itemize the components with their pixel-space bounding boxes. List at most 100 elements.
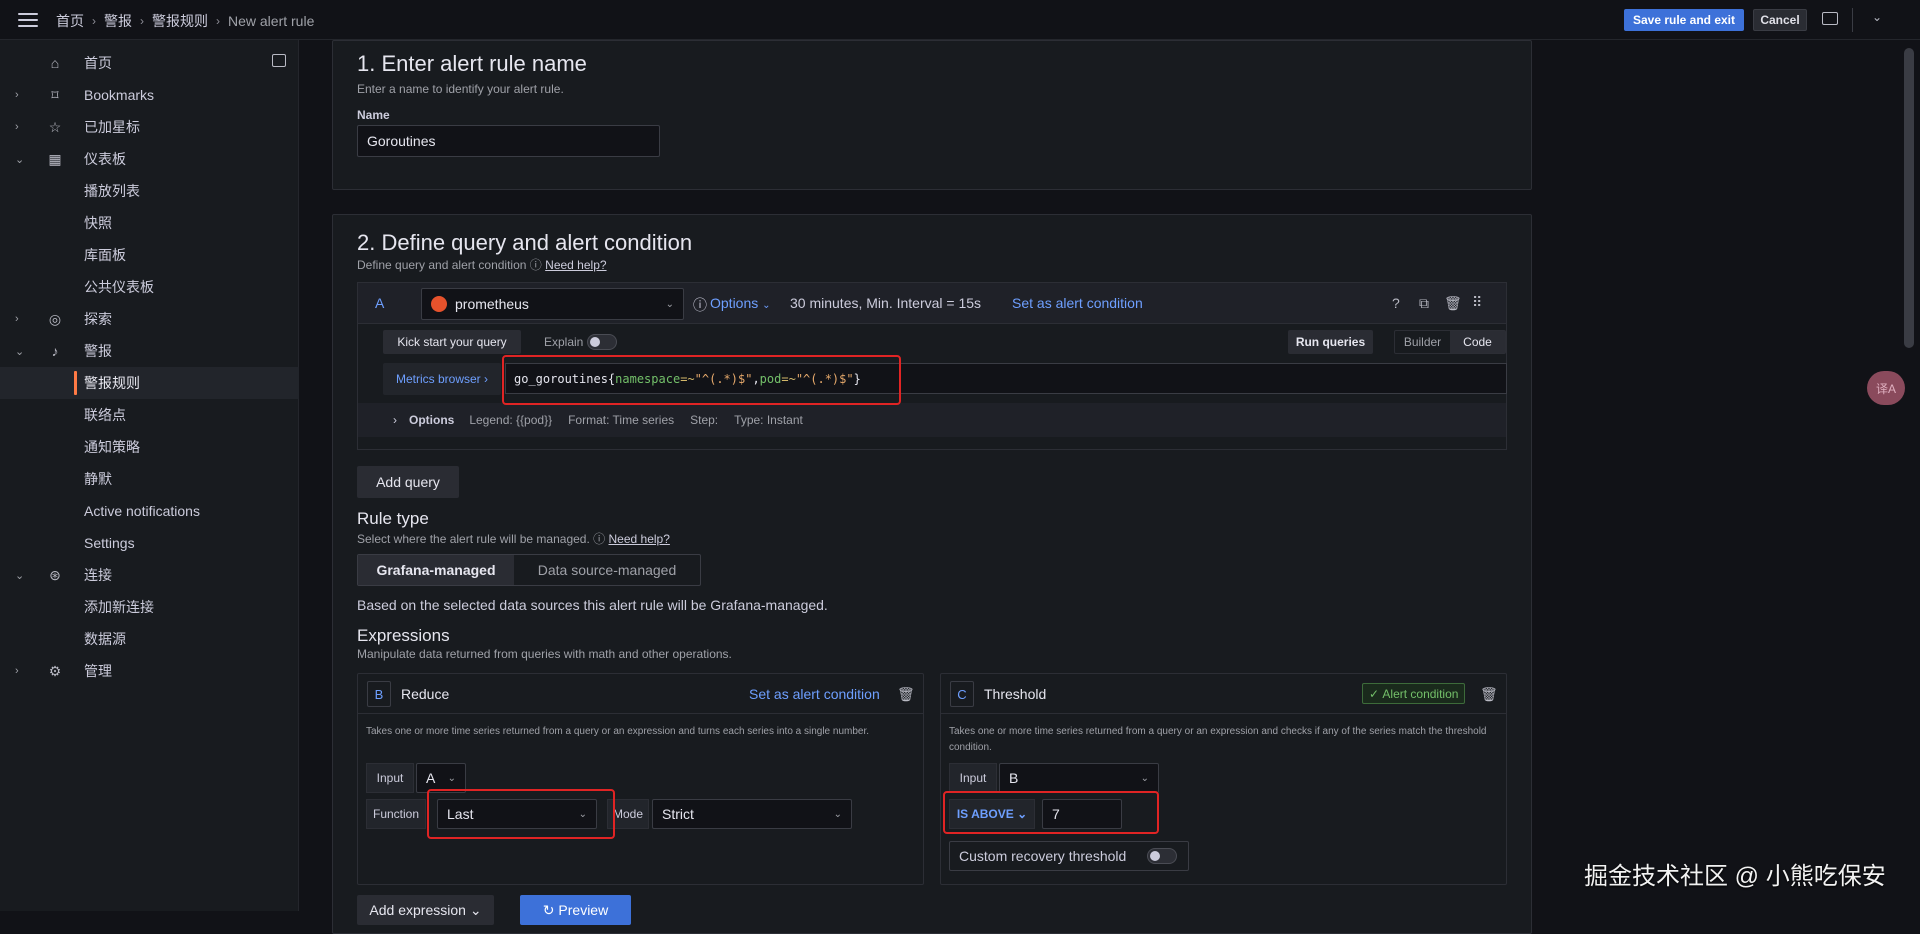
help-icon: ⓘ bbox=[593, 532, 606, 546]
trash-icon[interactable]: 🗑 bbox=[897, 686, 915, 703]
sidebar-item-explore[interactable]: › ◎ 探索 bbox=[0, 303, 299, 335]
chevron-right-icon[interactable]: › bbox=[15, 313, 19, 325]
cancel-button[interactable]: Cancel bbox=[1753, 9, 1807, 31]
add-expression-button[interactable]: Add expression ⌄ bbox=[357, 895, 494, 925]
sidebar-item-notification-policies[interactable]: 通知策略 bbox=[0, 431, 299, 463]
set-alert-condition-button[interactable]: Set as alert condition bbox=[1012, 295, 1143, 311]
editor-mode-toggle: Builder Code bbox=[1394, 330, 1506, 354]
reduce-mode-select[interactable]: Strict ⌄ bbox=[652, 799, 852, 829]
need-help-link[interactable]: Need help? bbox=[545, 258, 606, 272]
query-letter[interactable]: A bbox=[375, 295, 384, 311]
metrics-browser-button[interactable]: Metrics browser › bbox=[383, 363, 501, 395]
expression-letter[interactable]: B bbox=[367, 681, 391, 707]
duplicate-icon[interactable]: ⧉ bbox=[1419, 295, 1429, 312]
chevron-right-icon[interactable]: › bbox=[15, 121, 19, 133]
chevron-right-icon: › bbox=[484, 372, 489, 386]
sidebar-item-library-panels[interactable]: 库面板 bbox=[0, 239, 299, 271]
sidebar-item-alerting[interactable]: ⌄ ♪ 警报 bbox=[0, 335, 299, 367]
breadcrumb-separator-icon: › bbox=[140, 14, 144, 28]
code-mode-button[interactable]: Code bbox=[1450, 331, 1505, 353]
sidebar-item-playlists[interactable]: 播放列表 bbox=[0, 175, 299, 207]
dashboard-icon: ▦ bbox=[48, 150, 62, 167]
sidebar-item-label: Bookmarks bbox=[84, 87, 155, 103]
sidebar-item-add-connection[interactable]: 添加新连接 bbox=[0, 591, 299, 623]
options-label: Options bbox=[710, 295, 759, 311]
expression-threshold: C Threshold ✓ Alert condition 🗑 Takes on… bbox=[940, 673, 1507, 885]
sidebar-item-snapshots[interactable]: 快照 bbox=[0, 207, 299, 239]
sidebar-item-dashboards[interactable]: ⌄ ▦ 仪表板 bbox=[0, 143, 299, 175]
gear-icon: ⚙ bbox=[48, 662, 62, 679]
datasource-managed-option[interactable]: Data source-managed bbox=[514, 555, 700, 585]
drag-handle-icon[interactable]: ⠿ bbox=[1472, 294, 1482, 311]
prometheus-logo-icon bbox=[431, 296, 447, 312]
sidebar-item-public-dashboards[interactable]: 公共仪表板 bbox=[0, 271, 299, 303]
custom-recovery-toggle[interactable] bbox=[1147, 848, 1177, 864]
active-indicator bbox=[74, 371, 77, 395]
threshold-input-select[interactable]: B ⌄ bbox=[999, 763, 1159, 793]
function-label: Function bbox=[366, 799, 426, 829]
divider bbox=[1852, 8, 1853, 32]
sidebar-item-label: 探索 bbox=[84, 311, 112, 327]
datasource-name: prometheus bbox=[455, 296, 529, 312]
breadcrumb-alerting[interactable]: 警报 bbox=[104, 11, 132, 31]
breadcrumb-home[interactable]: 首页 bbox=[56, 11, 84, 31]
monitor-icon[interactable] bbox=[1822, 12, 1838, 25]
sidebar-item-label: 添加新连接 bbox=[84, 599, 154, 615]
sidebar-item-contact-points[interactable]: 联络点 bbox=[0, 399, 299, 431]
translate-icon[interactable]: 译A bbox=[1867, 371, 1905, 405]
set-alert-condition-button[interactable]: Set as alert condition bbox=[749, 686, 880, 702]
run-queries-button[interactable]: Run queries bbox=[1288, 330, 1373, 354]
sidebar-item-data-sources[interactable]: 数据源 bbox=[0, 623, 299, 655]
chevron-down-icon[interactable]: ⌄ bbox=[15, 345, 24, 358]
help-icon[interactable]: ? bbox=[1392, 295, 1400, 311]
menu-icon[interactable] bbox=[18, 13, 38, 27]
chevron-down-icon[interactable]: ⌄ bbox=[15, 153, 24, 166]
sidebar-item-label: 联络点 bbox=[84, 407, 126, 423]
check-icon: ✓ bbox=[1369, 686, 1380, 701]
query-options-toggle[interactable]: Options ⌄ bbox=[710, 295, 771, 311]
kick-start-button[interactable]: Kick start your query bbox=[383, 330, 521, 354]
query-options-row[interactable]: › Options Legend: {{pod}} Format: Time s… bbox=[358, 403, 1506, 437]
builder-mode-button[interactable]: Builder bbox=[1395, 331, 1450, 353]
rule-name-input[interactable]: Goroutines bbox=[357, 125, 660, 157]
expression-letter[interactable]: C bbox=[950, 681, 974, 707]
scrollbar[interactable] bbox=[1904, 48, 1914, 348]
sidebar-item-label: 播放列表 bbox=[84, 183, 140, 199]
star-icon: ☆ bbox=[48, 118, 62, 135]
sidebar-item-bookmarks[interactable]: › ⌑ Bookmarks bbox=[0, 79, 299, 111]
sidebar-item-silences[interactable]: 静默 bbox=[0, 463, 299, 495]
chevron-down-icon[interactable]: ⌄ bbox=[1872, 10, 1882, 24]
trash-icon[interactable]: 🗑 bbox=[1444, 295, 1462, 312]
options-label: Options bbox=[409, 413, 455, 427]
info-icon[interactable]: ⓘ bbox=[693, 295, 707, 315]
need-help-link[interactable]: Need help? bbox=[609, 532, 670, 546]
section-subtitle: Define query and alert condition ⓘ Need … bbox=[357, 256, 607, 273]
explain-toggle[interactable] bbox=[587, 334, 617, 350]
expression-reduce: B Reduce Set as alert condition 🗑 Takes … bbox=[357, 673, 924, 885]
expression-name: Threshold bbox=[984, 686, 1047, 702]
badge-label: Alert condition bbox=[1382, 686, 1459, 701]
save-rule-button[interactable]: Save rule and exit bbox=[1624, 9, 1744, 31]
expression-description: Takes one or more time series returned f… bbox=[949, 726, 1487, 753]
sidebar-item-settings[interactable]: Settings bbox=[0, 527, 299, 559]
sidebar-item-alert-rules[interactable]: 警报规则 bbox=[0, 367, 299, 399]
alert-condition-badge: ✓ Alert condition bbox=[1362, 683, 1466, 704]
sidebar-item-starred[interactable]: › ☆ 已加星标 bbox=[0, 111, 299, 143]
trash-icon[interactable]: 🗑 bbox=[1480, 686, 1498, 703]
sidebar-item-administration[interactable]: › ⚙ 管理 bbox=[0, 655, 299, 687]
chevron-down-icon[interactable]: ⌄ bbox=[15, 569, 24, 582]
query-header: A prometheus ⌄ ⓘ Options ⌄ 30 minutes, M… bbox=[357, 282, 1507, 324]
chevron-right-icon[interactable]: › bbox=[15, 665, 19, 677]
metrics-browser-label: Metrics browser bbox=[395, 372, 481, 386]
type-info: Type: Instant bbox=[734, 413, 803, 427]
sidebar-item-connections[interactable]: ⌄ ⊛ 连接 bbox=[0, 559, 299, 591]
chevron-right-icon[interactable]: › bbox=[15, 89, 19, 101]
preview-button[interactable]: ↻ Preview bbox=[520, 895, 631, 925]
grafana-managed-option[interactable]: Grafana-managed bbox=[358, 555, 514, 585]
sidebar-item-active-notifications[interactable]: Active notifications bbox=[0, 495, 299, 527]
breadcrumb-alert-rules[interactable]: 警报规则 bbox=[152, 11, 208, 31]
chevron-down-icon: ⌄ bbox=[469, 901, 482, 918]
sidebar-item-home[interactable]: ⌂ 首页 bbox=[0, 47, 299, 79]
add-query-button[interactable]: Add query bbox=[357, 466, 459, 498]
datasource-picker[interactable]: prometheus ⌄ bbox=[421, 288, 684, 320]
